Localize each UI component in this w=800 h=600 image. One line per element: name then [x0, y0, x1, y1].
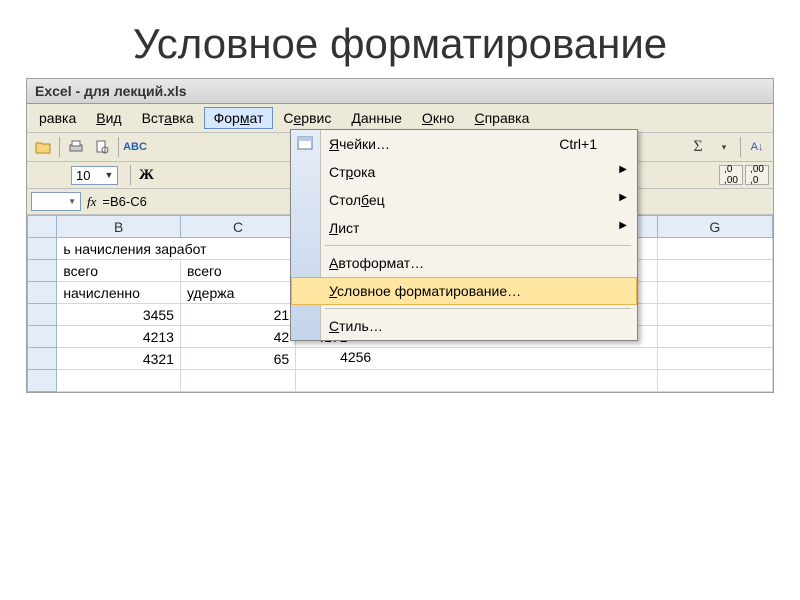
cell[interactable]: 42	[180, 326, 295, 348]
row-header[interactable]	[28, 282, 57, 304]
sigma-icon[interactable]: Σ	[686, 136, 710, 158]
col-header-g[interactable]: G	[657, 216, 772, 238]
cell[interactable]: всего	[180, 260, 295, 282]
menu-insert[interactable]: Вставка	[132, 107, 204, 129]
menu-window[interactable]: Окно	[412, 107, 465, 129]
menu-item-conditional-formatting[interactable]: Условное форматирование…	[291, 277, 637, 305]
menu-tools[interactable]: Сервис	[273, 107, 341, 129]
menu-item-cells[interactable]: Ячейки… Ctrl+1	[291, 130, 637, 158]
format-menu-dropdown: Ячейки… Ctrl+1 Строка ▶ Столбец ▶ Лист ▶…	[290, 129, 638, 341]
cell[interactable]: удержа	[180, 282, 295, 304]
menu-item-style[interactable]: Стиль…	[291, 312, 637, 340]
excel-window: Excel - для лекций.xls равка Вид Вставка…	[26, 78, 774, 393]
cell[interactable]: 3455	[57, 304, 181, 326]
row-header[interactable]	[28, 348, 57, 370]
submenu-arrow-icon: ▶	[619, 164, 627, 175]
menu-item-autoformat[interactable]: Автоформат…	[291, 249, 637, 277]
fx-label[interactable]: fx	[87, 194, 96, 210]
decrease-decimal-icon[interactable]: ,00,0	[745, 165, 769, 185]
col-header-c[interactable]: C	[180, 216, 295, 238]
menu-item-column[interactable]: Столбец ▶	[291, 186, 637, 214]
cell[interactable]: начисленно	[57, 282, 181, 304]
row-header[interactable]	[28, 326, 57, 348]
titlebar: Excel - для лекций.xls	[27, 79, 773, 104]
font-size-select[interactable]: 10▼	[71, 166, 118, 185]
print-icon[interactable]	[64, 136, 88, 158]
print-preview-icon[interactable]	[90, 136, 114, 158]
submenu-arrow-icon: ▶	[619, 192, 627, 203]
menu-edit[interactable]: равка	[29, 107, 86, 129]
slide-title: Условное форматирование	[0, 0, 800, 78]
spellcheck-icon[interactable]: ABC	[123, 136, 147, 158]
sort-asc-icon[interactable]: A↓	[745, 136, 769, 158]
name-box[interactable]	[31, 192, 81, 211]
cells-icon	[297, 136, 315, 152]
cell[interactable]: 21	[180, 304, 295, 326]
submenu-arrow-icon: ▶	[619, 220, 627, 231]
cell-selected[interactable]: 4256	[304, 348, 376, 370]
menu-view[interactable]: Вид	[86, 107, 131, 129]
open-icon[interactable]	[31, 136, 55, 158]
increase-decimal-icon[interactable]: ,0,00	[719, 165, 743, 185]
col-header-b[interactable]: B	[57, 216, 181, 238]
menu-format[interactable]: Формат	[204, 107, 274, 129]
decimal-group: ,0,00 ,00,0	[719, 165, 769, 185]
menu-data[interactable]: Данные	[341, 107, 412, 129]
row-header[interactable]	[28, 260, 57, 282]
spreadsheet-grid: B C G ь начисления заработ всего всего н…	[27, 215, 773, 392]
menu-item-sheet[interactable]: Лист ▶	[291, 214, 637, 242]
menu-help[interactable]: Справка	[464, 107, 539, 129]
row-header[interactable]	[28, 304, 57, 326]
row-header[interactable]	[28, 370, 57, 392]
cell[interactable]: всего	[57, 260, 181, 282]
cell[interactable]: 4213	[57, 326, 181, 348]
cell[interactable]: 4321	[57, 348, 181, 370]
formula-text[interactable]: =B6-C6	[102, 194, 146, 209]
bold-button[interactable]: Ж	[135, 167, 157, 184]
shortcut-text: Ctrl+1	[559, 136, 597, 152]
select-all-corner[interactable]	[28, 216, 57, 238]
row-header[interactable]	[28, 238, 57, 260]
dropdown-arrow-icon[interactable]: ▾	[712, 136, 736, 158]
menu-item-row[interactable]: Строка ▶	[291, 158, 637, 186]
cell[interactable]: 65	[180, 348, 295, 370]
cell[interactable]: ь начисления заработ	[57, 238, 296, 260]
